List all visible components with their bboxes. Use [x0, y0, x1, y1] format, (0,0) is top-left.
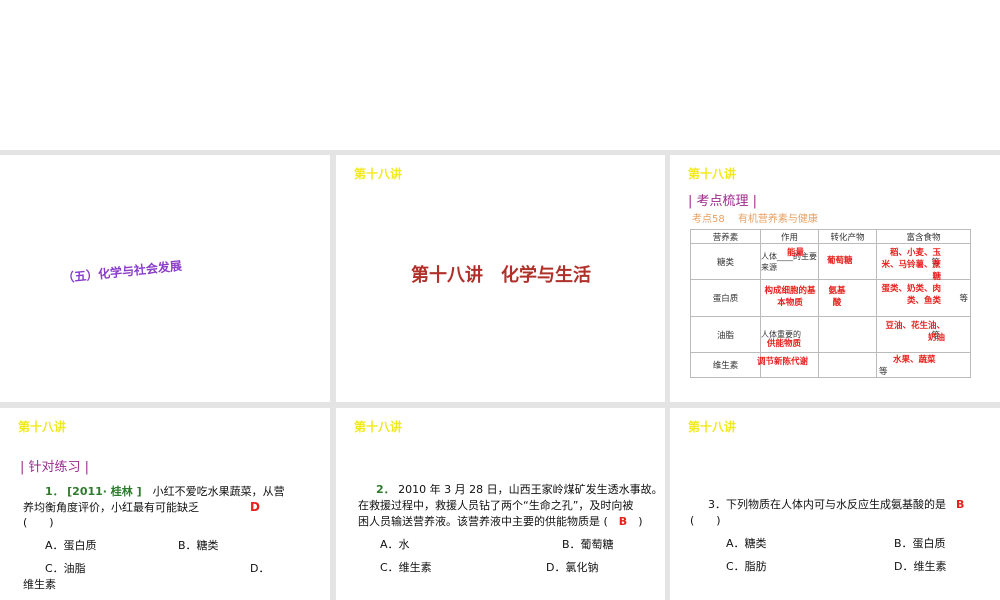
product-answer: 葡萄糖 [827, 256, 853, 266]
answer: B [618, 515, 628, 528]
col-header: 转化产物 [818, 229, 877, 244]
question-paren: ) [638, 515, 643, 528]
option-c: C．维生素 [380, 561, 432, 574]
food-answer: 稻、小麦、玉米、马铃薯、蔗糖 [881, 248, 941, 282]
slide-thumbnail-3[interactable]: 第十八讲 | 考点梳理 | 考点58 有机营养素与健康 营养素 作用 转化产物 富含食… [670, 155, 1000, 402]
slide-header: 第十八讲 [18, 420, 67, 434]
option-a: A．水 [380, 538, 410, 551]
section-title: | 考点梳理 | [688, 194, 758, 209]
option-d-text: 维生素 [23, 578, 56, 591]
question-text: 小红不爱吃水果蔬菜，从营 [152, 485, 285, 498]
slide-title: 第十八讲 化学与生活 [411, 265, 591, 286]
answer: D [250, 500, 260, 514]
option-d: D． [250, 562, 270, 575]
option-a: A．糖类 [726, 537, 767, 550]
question-paren: ( ) [23, 516, 54, 529]
col-header: 营养素 [690, 229, 761, 244]
row-name: 蛋白质 [690, 279, 761, 317]
question-number: 1． [45, 485, 64, 498]
food-answer: 水果、蔬菜 [893, 355, 936, 365]
slide-thumbnail-1[interactable]: （五）化学与社会发展 [0, 155, 330, 402]
option-b: B．蛋白质 [894, 537, 946, 550]
col-header: 作用 [760, 229, 819, 244]
answer: B [956, 498, 965, 511]
question-text: 困人员输送营养液。该营养液中主要的供能物质是 ( [358, 515, 608, 528]
question-number: 2． [376, 483, 395, 496]
option-a: A．蛋白质 [45, 539, 97, 552]
role-answer: 构成细胞的基本物质 [764, 286, 816, 308]
option-b: B．糖类 [178, 539, 219, 552]
row-name: 糖类 [690, 243, 761, 280]
question-source: [2011· 桂林 ] [67, 485, 142, 498]
option-c: C．脂肪 [726, 560, 767, 573]
role-answer: 调节新陈代谢 [757, 357, 809, 367]
col-header: 富含食物 [876, 229, 971, 244]
option-d: D．氯化钠 [546, 561, 599, 574]
slide-thumbnail-4[interactable]: 第十八讲 | 针对练习 | 1． [2011· 桂林 ] 小红不爱吃水果蔬菜，从… [0, 408, 330, 600]
role-answer: 能量 [787, 248, 805, 258]
top-blank-area [0, 0, 1000, 150]
slide-thumbnail-5[interactable]: 第十八讲 2． 2010 年 3 月 28 日，山西王家岭煤矿发生透水事故。 在… [336, 408, 665, 600]
product-answer: 氨基酸 [828, 286, 846, 308]
slide-header: 第十八讲 [688, 420, 737, 434]
question-text: 2010 年 3 月 28 日，山西王家岭煤矿发生透水事故。 [398, 483, 663, 496]
food-answer: 蛋类、奶类、肉类、鱼类 [881, 284, 941, 306]
slide-header: 第十八讲 [354, 420, 403, 434]
food-answer: 豆油、花生油、奶油 [885, 321, 945, 343]
slide-thumbnail-6[interactable]: 第十八讲 3．下列物质在人体内可与水反应生成氨基酸的是 B ( ) A．糖类 B… [670, 408, 1000, 600]
option-c: C．油脂 [45, 562, 86, 575]
slide-header: 第十八讲 [354, 167, 403, 181]
section-title: | 针对练习 | [20, 460, 90, 475]
question-text: 在救援过程中，救援人员钻了两个“生命之孔”，及时向被 [358, 499, 634, 512]
row-name: 油脂 [690, 316, 761, 353]
question-paren: ( ) [690, 514, 721, 527]
food-suffix: 等 [879, 367, 888, 377]
subtitle: 考点58 有机营养素与健康 [692, 214, 818, 225]
slide-title: （五）化学与社会发展 [61, 258, 183, 286]
row-name: 维生素 [690, 352, 761, 378]
slide-header: 第十八讲 [688, 167, 737, 181]
slide-thumbnail-2[interactable]: 第十八讲 第十八讲 化学与生活 [336, 155, 665, 402]
nutrient-table: 营养素 作用 转化产物 富含食物 糖类 人体____的主要来源 能量 葡萄糖 稻、小麦、… [690, 229, 971, 378]
question-text: 3．下列物质在人体内可与水反应生成氨基酸的是 [708, 498, 946, 511]
role-answer: 供能物质 [767, 339, 802, 349]
option-d: D．维生素 [894, 560, 947, 573]
food-suffix: 等 [959, 294, 968, 304]
option-b: B．葡萄糖 [562, 538, 614, 551]
